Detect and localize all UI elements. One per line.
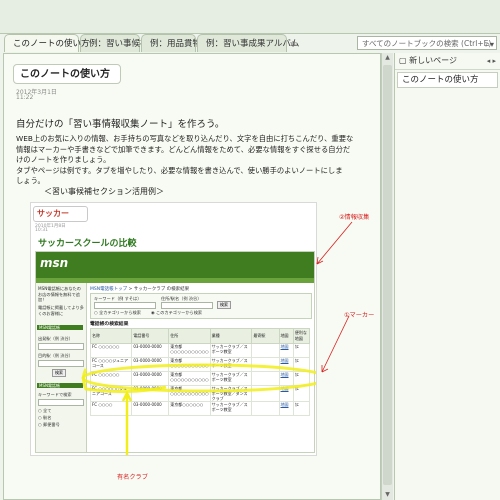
search-input[interactable]: すべてのノートブックの検索 (Ctrl+E) ⌕▾ bbox=[357, 36, 497, 50]
marker-arrow-line bbox=[321, 315, 350, 373]
tab-label: 例：習い事候補 bbox=[89, 39, 149, 49]
scroll-down-icon[interactable]: ▼ bbox=[382, 490, 393, 500]
page-list-nav-icon[interactable]: ◂ ▸ bbox=[487, 53, 496, 69]
new-page-label: 新しいページ bbox=[409, 56, 457, 65]
scroll-up-icon[interactable]: ▲ bbox=[382, 53, 393, 63]
note-page[interactable]: このノートの使い方 2012年3月1日 11:22 自分だけの「習い事情報収集ノ… bbox=[3, 53, 381, 500]
notebook-toolbar bbox=[0, 0, 500, 34]
new-page-icon: ▢ bbox=[399, 56, 407, 65]
search-placeholder: すべてのノートブックの検索 (Ctrl+E) bbox=[362, 39, 492, 48]
search-icon[interactable]: ⌕▾ bbox=[486, 38, 495, 52]
annotation-arrows bbox=[316, 221, 353, 373]
page-scrollbar[interactable]: ▲ ▼ bbox=[381, 53, 393, 500]
annotation-info: ②情報収集 bbox=[339, 214, 370, 221]
tab-supplies[interactable]: 例：用品貫物 bbox=[141, 34, 201, 52]
annotation-marker: ①マーカー bbox=[344, 312, 375, 319]
annotation-famous-club: 有名クラブ bbox=[117, 474, 148, 481]
page-list-item[interactable]: このノートの使い方 bbox=[397, 72, 498, 88]
info-arrow-line bbox=[316, 221, 353, 265]
tab-label: このノートの使い方 bbox=[13, 39, 90, 49]
page-list-panel: ▢ 新しいページ ◂ ▸ このノートの使い方 bbox=[394, 53, 500, 500]
tab-label: 例：用品貫物 bbox=[150, 39, 202, 49]
tab-notebook-guide[interactable]: このノートの使い方 bbox=[4, 34, 90, 52]
scroll-thumb[interactable] bbox=[383, 65, 392, 485]
new-tab-icon[interactable]: ✲ bbox=[288, 40, 298, 50]
new-page-button[interactable]: ▢ 新しいページ ◂ ▸ bbox=[395, 53, 500, 70]
tab-label: 例：習い事成果アルバム bbox=[206, 39, 300, 49]
tab-lesson-album[interactable]: 例：習い事成果アルバム bbox=[197, 34, 299, 52]
